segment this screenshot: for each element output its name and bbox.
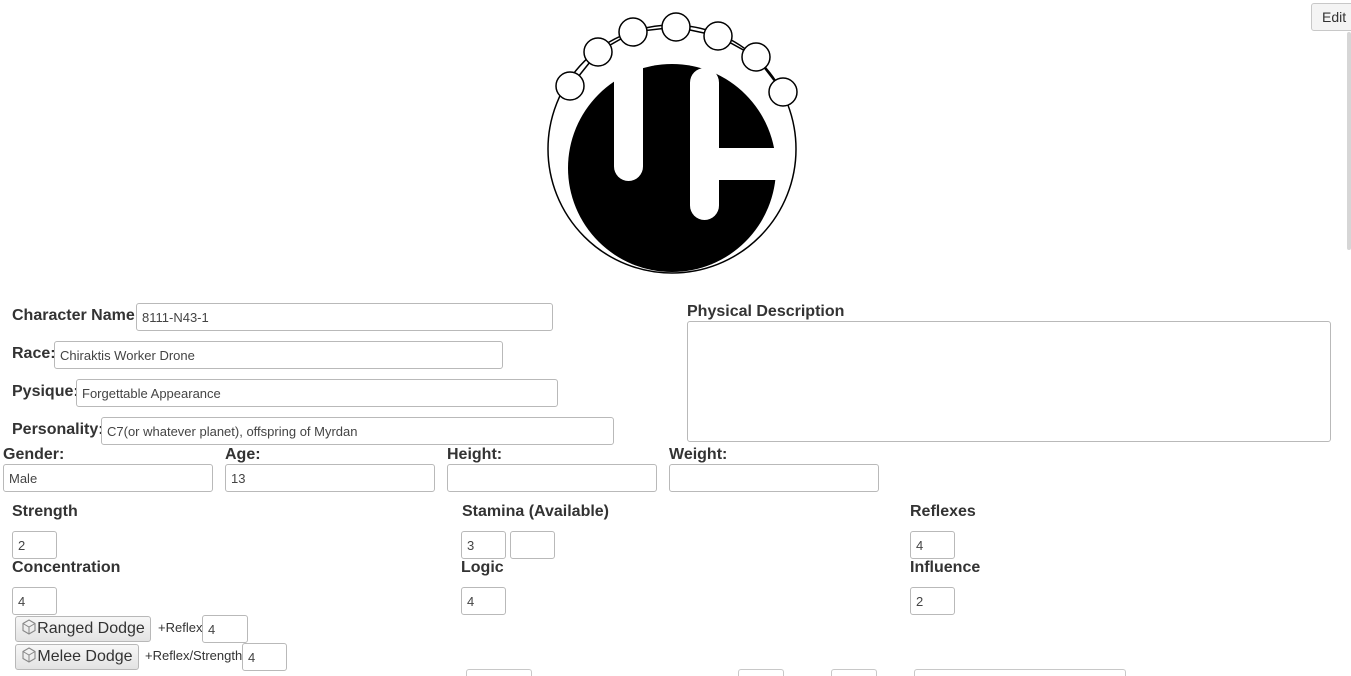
physique-label: Pysique: — [12, 383, 79, 400]
offscreen-control[interactable] — [738, 669, 784, 676]
height-label: Height: — [447, 446, 503, 463]
age-label: Age: — [225, 446, 261, 463]
logic-field[interactable] — [461, 587, 506, 615]
height-field[interactable] — [447, 464, 657, 492]
reflexes-label: Reflexes — [910, 503, 976, 520]
chiraktis-emblem-icon — [547, 12, 798, 274]
strength-field[interactable] — [12, 531, 57, 559]
logic-label: Logic — [461, 559, 504, 576]
personality-label: Personality: — [12, 421, 104, 438]
weight-field[interactable] — [669, 464, 879, 492]
melee-dodge-modifier: +Reflex/Strength — [145, 648, 243, 663]
scrollbar[interactable] — [1347, 32, 1351, 250]
personality-field[interactable] — [101, 417, 614, 445]
physical-description-label: Physical Description — [687, 303, 845, 320]
ranged-dodge-button[interactable]: Ranged Dodge — [15, 616, 151, 642]
race-label: Race: — [12, 345, 56, 362]
age-field[interactable] — [225, 464, 435, 492]
stamina-label: Stamina (Available) — [462, 503, 610, 520]
reflexes-field[interactable] — [910, 531, 955, 559]
influence-label: Influence — [910, 559, 981, 576]
dice-icon — [22, 619, 36, 635]
character-name-label: Character Name: — [12, 307, 141, 324]
weight-label: Weight: — [669, 446, 728, 463]
strength-label: Strength — [12, 503, 78, 520]
offscreen-control[interactable] — [914, 669, 1126, 676]
race-field[interactable] — [54, 341, 503, 369]
stamina-available-field[interactable] — [510, 531, 555, 559]
offscreen-control[interactable] — [831, 669, 877, 676]
offscreen-control[interactable] — [466, 669, 532, 676]
melee-dodge-button[interactable]: Melee Dodge — [15, 644, 139, 670]
edit-button[interactable]: Edit — [1311, 3, 1351, 31]
melee-dodge-label: Melee Dodge — [37, 648, 133, 665]
concentration-field[interactable] — [12, 587, 57, 615]
ranged-dodge-modifier: +Reflex — [158, 620, 203, 635]
concentration-label: Concentration — [12, 559, 121, 576]
ranged-dodge-field[interactable] — [202, 615, 248, 643]
gender-field[interactable] — [3, 464, 213, 492]
gender-label: Gender: — [3, 446, 65, 463]
physique-field[interactable] — [76, 379, 558, 407]
melee-dodge-field[interactable] — [242, 643, 287, 671]
physical-description-textarea[interactable] — [687, 321, 1331, 442]
influence-field[interactable] — [910, 587, 955, 615]
ranged-dodge-label: Ranged Dodge — [37, 620, 145, 637]
dice-icon — [22, 647, 36, 663]
character-name-field[interactable] — [136, 303, 553, 331]
stamina-field[interactable] — [461, 531, 506, 559]
